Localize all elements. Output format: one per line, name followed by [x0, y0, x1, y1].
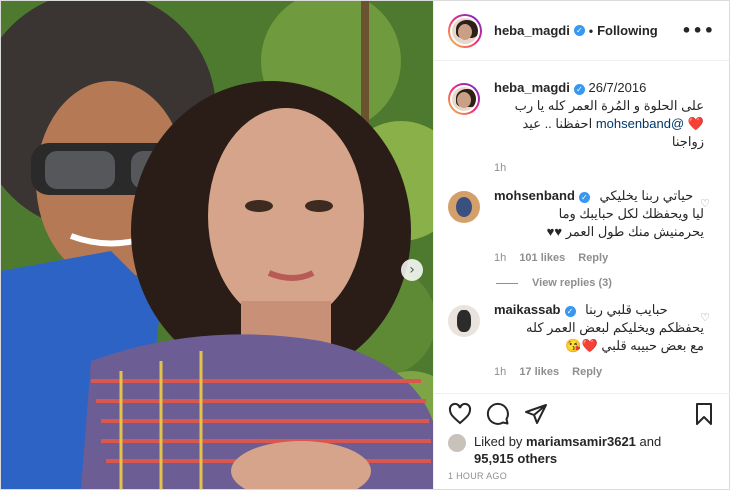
comment-text-line-3: مع بعض حبيبه قلبي ❤️😘	[565, 338, 704, 353]
caption-time[interactable]: 1h	[494, 162, 506, 174]
reply-button[interactable]: Reply	[572, 366, 602, 378]
comment-likes[interactable]: 101 likes	[519, 252, 565, 264]
view-replies-button[interactable]: View replies (3)	[496, 277, 716, 289]
post-timestamp[interactable]: 1 HOUR AGO	[448, 471, 507, 481]
comment-icon[interactable]	[486, 402, 510, 426]
caption-username[interactable]: heba_magdi	[494, 80, 570, 95]
comment-likes[interactable]: 17 likes	[519, 366, 559, 378]
view-replies-label: View replies (3)	[532, 277, 612, 289]
next-photo-button[interactable]: ›	[401, 259, 423, 281]
liked-by-user[interactable]: mariamsamir3621	[526, 434, 636, 449]
liked-by-others[interactable]: 95,915 others	[474, 451, 557, 466]
verified-badge-icon: ✓	[564, 306, 576, 317]
comments-list: heba_magdi ✓ 26/7/2016 على الحلوة و المُر…	[434, 79, 730, 391]
caption-date: 26/7/2016	[588, 80, 647, 95]
post-sidebar: heba_magdi ✓ • Following ••• heba_magdi ✓…	[433, 1, 730, 489]
comment-time[interactable]: 1h	[494, 366, 506, 378]
comment-like-heart-icon[interactable]: ♡	[700, 197, 710, 210]
caption: heba_magdi ✓ 26/7/2016 على الحلوة و المُر…	[448, 79, 716, 177]
separator-dot: •	[588, 23, 594, 38]
verified-badge-icon: ✓	[573, 84, 585, 95]
action-bar	[434, 393, 730, 433]
comment-text-line-2: يحفظكم ويخليكم لبعض العمر كله	[526, 320, 704, 335]
following-button[interactable]: Following	[597, 23, 658, 38]
post-header: heba_magdi ✓ • Following •••	[434, 1, 729, 61]
comment-avatar-maikassab[interactable]	[448, 305, 480, 337]
comment-username[interactable]: maikassab	[494, 302, 561, 317]
author-avatar[interactable]	[448, 13, 482, 48]
verified-badge-icon: ✓	[573, 25, 585, 36]
comment-avatar-mohsenband[interactable]	[448, 191, 480, 223]
comment-item: maikassab ✓ حبايب قلبي ربنا يحفظكم ويخليك…	[448, 301, 716, 381]
comment-text-line-3: يحرمنيش منك طول العمر ♥♥	[546, 224, 704, 239]
caption-mention[interactable]: @mohsenband	[596, 116, 684, 131]
liked-by-prefix: Liked by	[474, 434, 527, 449]
liked-by: Liked by mariamsamir3621 and 95,915 othe…	[448, 433, 661, 467]
comment-text-line-1: حياتي ربنا يخليكي	[599, 188, 694, 203]
bookmark-icon[interactable]	[692, 402, 716, 426]
liked-by-avatar[interactable]	[448, 434, 466, 452]
comment-text-line-2: ليا ويحفظك لكل حبايبك وما	[558, 206, 704, 221]
chevron-right-icon: ›	[409, 262, 415, 278]
replies-divider-line	[496, 282, 518, 284]
liked-by-and: and	[635, 434, 662, 449]
reply-button[interactable]: Reply	[578, 252, 608, 264]
caption-emoji: ❤️	[687, 116, 704, 131]
comment-like-heart-icon[interactable]: ♡	[700, 311, 710, 324]
comment-username[interactable]: mohsenband	[494, 188, 575, 203]
verified-badge-icon: ✓	[578, 192, 590, 203]
comment-text-line-1: حبايب قلبي ربنا	[585, 302, 668, 317]
more-options-icon[interactable]: •••	[681, 21, 715, 40]
heart-icon[interactable]	[448, 402, 472, 426]
post-photo[interactable]: ›	[1, 1, 433, 489]
share-icon[interactable]	[524, 402, 548, 426]
caption-line-1: على الحلوة و المُرة العمر كله يا رب	[514, 98, 704, 113]
caption-line-2: ❤️ @mohsenband احفظنا .. عيد زواجنا	[494, 115, 704, 151]
comment-item: mohsenband ✓ حياتي ربنا يخليكي ليا ويحفظك…	[448, 187, 716, 267]
caption-avatar[interactable]	[448, 83, 480, 115]
couple-selfie-image	[1, 1, 433, 489]
author-username[interactable]: heba_magdi	[494, 23, 570, 38]
instagram-post: › heba_magdi ✓ • Following ••• heba_magd…	[0, 0, 730, 490]
comment-time[interactable]: 1h	[494, 252, 506, 264]
